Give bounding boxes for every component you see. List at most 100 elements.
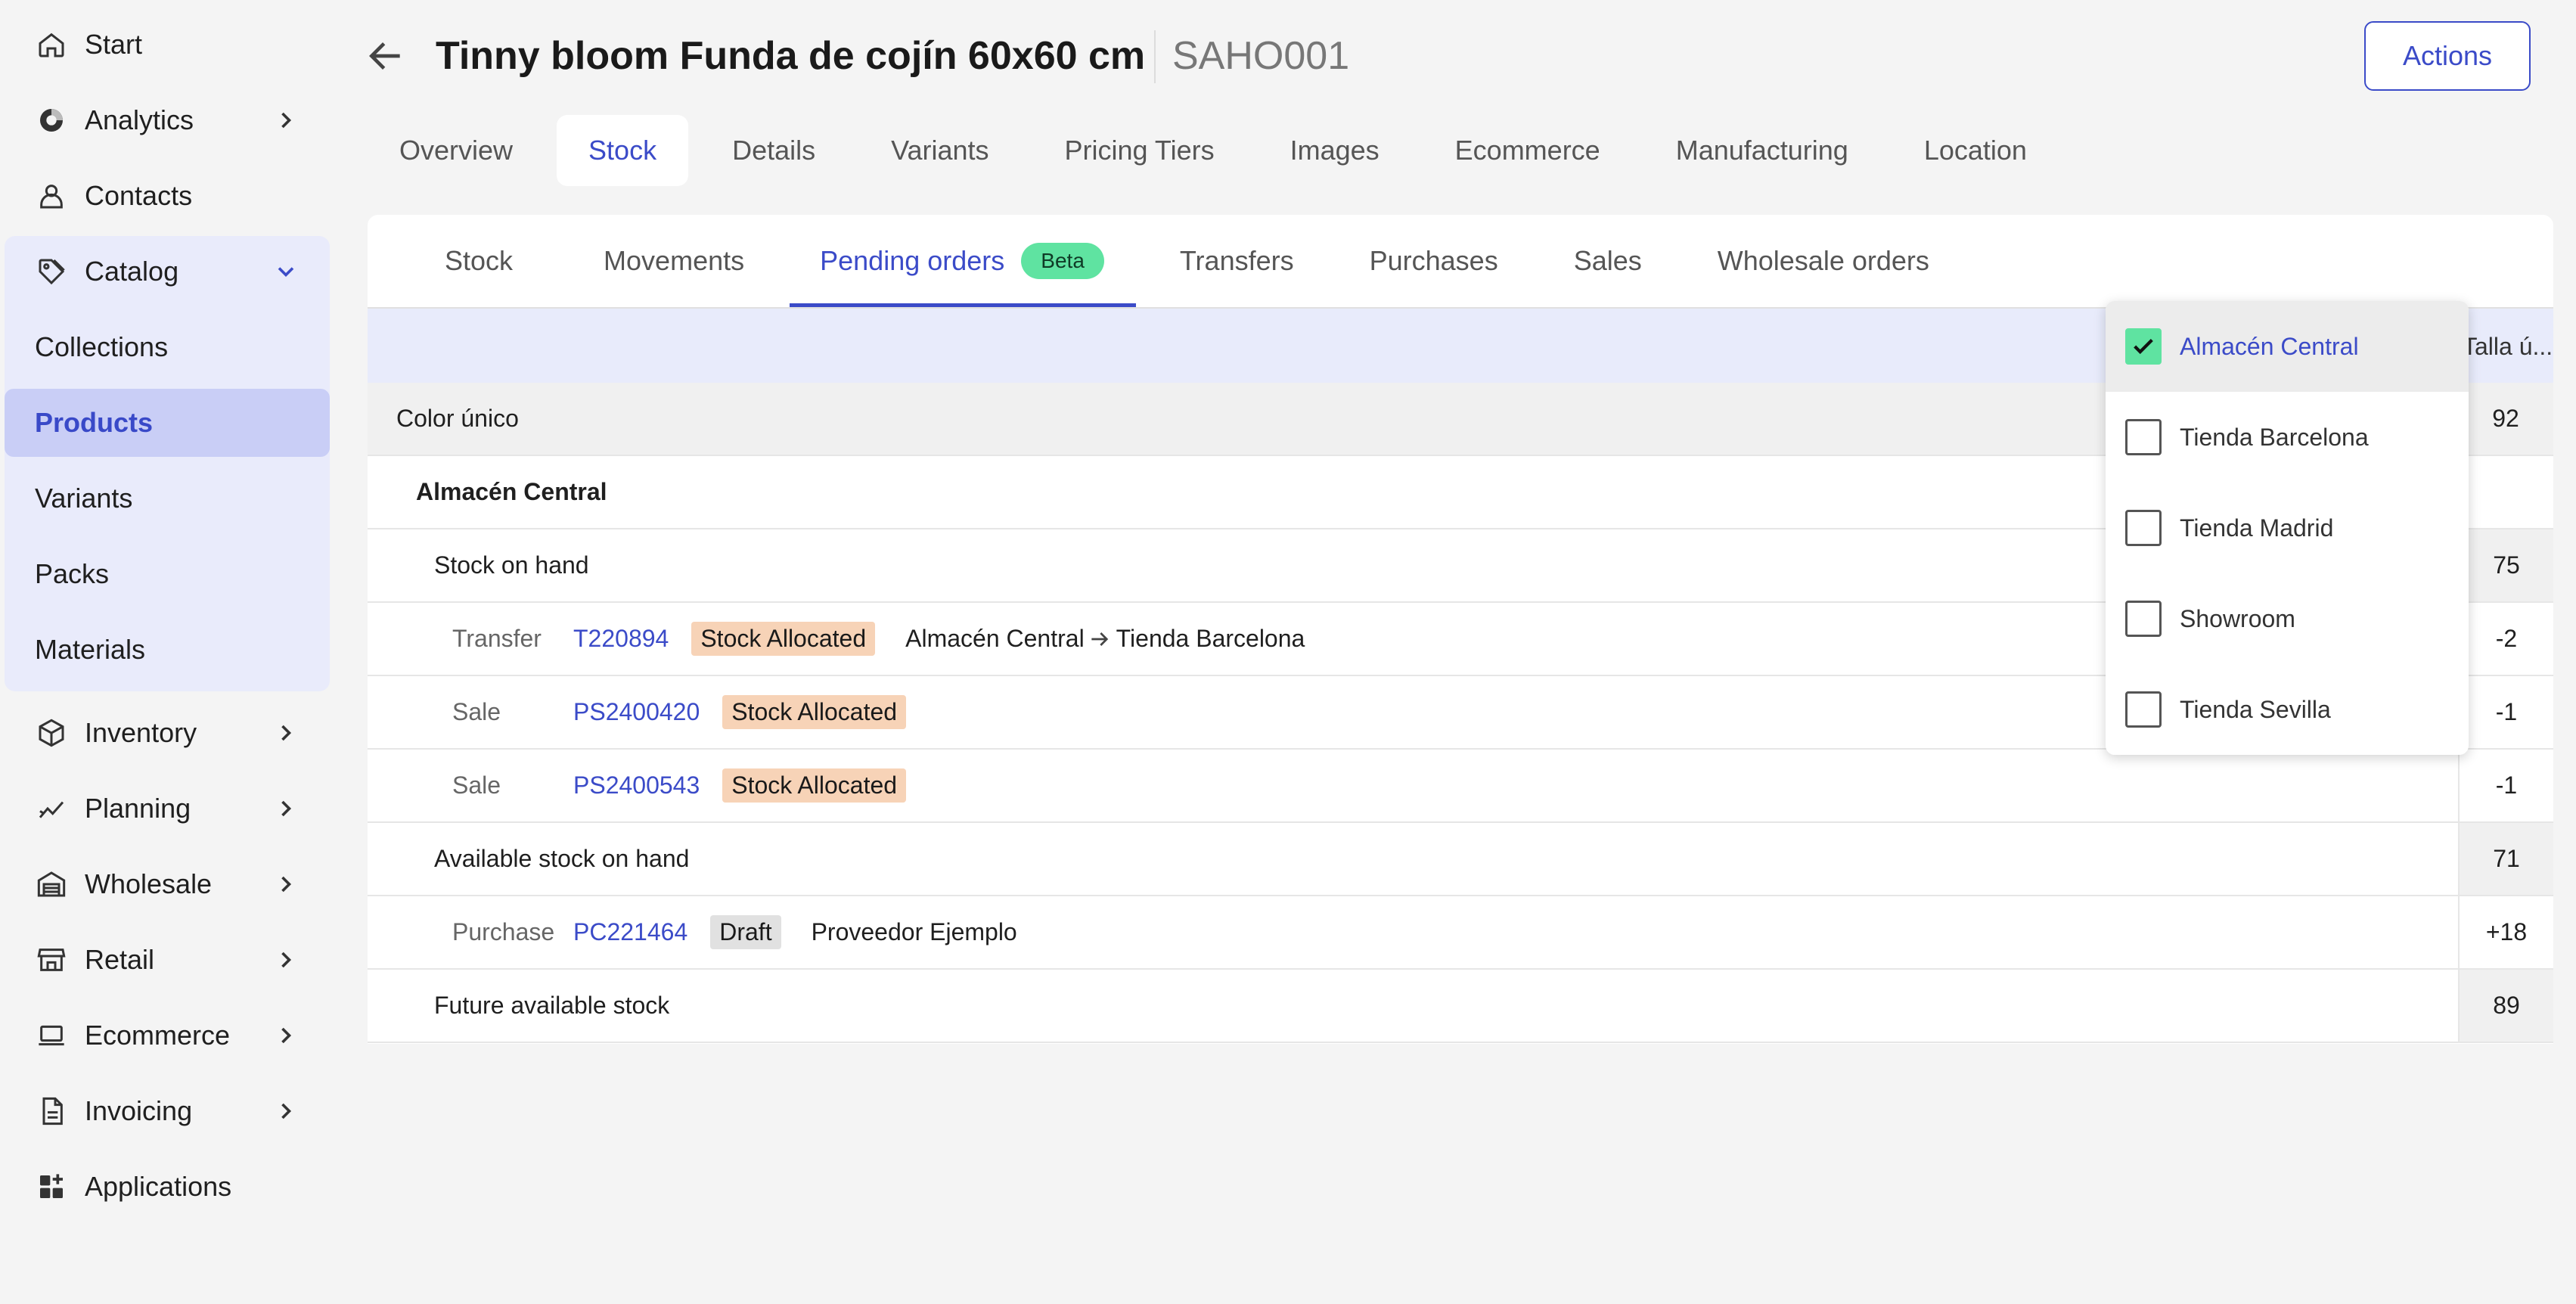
sidebar-item-contacts[interactable]: Contacts (0, 162, 330, 230)
tab-location[interactable]: Location (1892, 115, 2059, 186)
table-row: Sale PS2400543 Stock Allocated -1 (368, 750, 2553, 823)
subtab-pending-orders[interactable]: Pending orders Beta (790, 215, 1136, 307)
checkbox[interactable] (2125, 419, 2162, 455)
sidebar-item-retail[interactable]: Retail (0, 926, 330, 994)
checkbox-checked[interactable] (2125, 328, 2162, 365)
subtab-sales[interactable]: Sales (1544, 215, 1687, 307)
sidebar-item-planning[interactable]: Planning (0, 775, 330, 843)
tab-overview[interactable]: Overview (368, 115, 545, 186)
check-icon (2134, 338, 2153, 355)
stock-on-hand-label: Stock on hand (434, 551, 589, 579)
warehouse-label: Almacén Central (416, 478, 607, 505)
checkbox[interactable] (2125, 601, 2162, 637)
movement-value: -1 (2458, 676, 2553, 748)
table-row: Purchase PC221464 Draft Proveedor Ejempl… (368, 896, 2553, 970)
sidebar-item-label: Applications (85, 1171, 232, 1202)
subtab-movements[interactable]: Movements (558, 215, 790, 307)
sidebar-item-label: Invoicing (85, 1095, 193, 1126)
tab-pricing-tiers[interactable]: Pricing Tiers (1033, 115, 1246, 186)
sidebar-item-analytics[interactable]: Analytics (0, 86, 330, 154)
sidebar-item-start[interactable]: Start (0, 11, 330, 79)
future-stock-row: Future available stock 89 (368, 970, 2553, 1043)
chevron-right-icon (281, 112, 292, 129)
movement-value: -2 (2458, 603, 2553, 675)
sidebar-item-catalog[interactable]: Catalog (0, 238, 330, 306)
warehouse-icon (35, 868, 68, 901)
sidebar-item-label: Catalog (85, 256, 179, 287)
subtab-wholesale-orders[interactable]: Wholesale orders (1687, 215, 1960, 307)
main-tabs: Overview Stock Details Variants Pricing … (368, 115, 2071, 186)
location-option-tienda-madrid[interactable]: Tienda Madrid (2106, 483, 2469, 573)
movement-type: Sale (452, 698, 501, 725)
subtab-transfers[interactable]: Transfers (1136, 215, 1332, 307)
tab-images[interactable]: Images (1259, 115, 1411, 186)
actions-button[interactable]: Actions (2364, 21, 2531, 91)
option-label: Showroom (2180, 604, 2295, 632)
variant-value: 92 (2492, 405, 2519, 432)
location-option-tienda-sevilla[interactable]: Tienda Sevilla (2106, 664, 2469, 755)
chevron-right-icon (281, 952, 292, 968)
tab-ecommerce[interactable]: Ecommerce (1423, 115, 1632, 186)
sidebar-item-label: Contacts (85, 180, 193, 211)
location-option-showroom[interactable]: Showroom (2106, 573, 2469, 664)
sidebar-item-label: Wholesale (85, 868, 213, 899)
sidebar-subitem-products[interactable]: Products (5, 389, 330, 457)
sidebar-item-label: Planning (85, 793, 191, 824)
movement-ref-link[interactable]: PS2400543 (573, 772, 700, 799)
location-option-almacen-central[interactable]: Almacén Central (2106, 301, 2469, 392)
sidebar-item-ecommerce[interactable]: Ecommerce (0, 1001, 330, 1070)
sidebar-item-invoicing[interactable]: Invoicing (0, 1077, 330, 1145)
location-filter-dropdown: Almacén Central Tienda Barcelona Tienda … (2106, 301, 2469, 755)
stock-sub-tabs: Stock Movements Pending orders Beta Tran… (368, 215, 2553, 307)
trend-icon (35, 792, 68, 825)
movement-ref-link[interactable]: T220894 (573, 625, 669, 653)
chevron-right-icon (281, 1103, 292, 1119)
status-badge: Stock Allocated (691, 622, 876, 656)
sidebar-subitem-materials[interactable]: Materials (5, 616, 330, 684)
tab-stock[interactable]: Stock (557, 115, 689, 186)
product-sku: SAHO001 (1172, 34, 1350, 78)
back-arrow-icon[interactable] (365, 35, 407, 77)
checkbox[interactable] (2125, 510, 2162, 546)
movement-type: Purchase (452, 918, 555, 945)
home-icon (35, 28, 68, 61)
sidebar-item-applications[interactable]: Applications (0, 1153, 330, 1221)
future-stock-label: Future available stock (434, 992, 670, 1019)
future-stock-value: 89 (2458, 970, 2553, 1042)
person-icon (35, 179, 68, 213)
page-title: Tinny bloom Funda de cojín 60x60 cm (436, 34, 1146, 78)
subtab-purchases[interactable]: Purchases (1332, 215, 1544, 307)
subtab-label: Pending orders (820, 245, 1005, 276)
sidebar-subitem-packs[interactable]: Packs (5, 540, 330, 608)
tab-details[interactable]: Details (700, 115, 847, 186)
column-header-size: Talla ú... (2463, 332, 2553, 360)
chevron-right-icon (281, 876, 292, 893)
beta-badge: Beta (1021, 243, 1104, 279)
movement-type: Sale (452, 772, 501, 799)
stock-on-hand-value: 75 (2458, 529, 2553, 601)
tab-manufacturing[interactable]: Manufacturing (1644, 115, 1880, 186)
sidebar-item-label: Retail (85, 944, 155, 975)
option-label: Tienda Madrid (2180, 514, 2334, 542)
available-stock-value: 71 (2458, 823, 2553, 895)
sidebar-item-wholesale[interactable]: Wholesale (0, 850, 330, 918)
chevron-right-icon (281, 725, 292, 741)
variant-label: Color único (396, 405, 519, 432)
purchase-ref-link[interactable]: PC221464 (573, 918, 687, 946)
transfer-from: Almacén Central (905, 625, 1085, 652)
available-stock-label: Available stock on hand (434, 845, 690, 872)
sidebar-subitem-variants[interactable]: Variants (5, 464, 330, 532)
option-label: Almacén Central (2180, 332, 2359, 360)
checkbox[interactable] (2125, 691, 2162, 728)
tab-variants[interactable]: Variants (859, 115, 1020, 186)
arrow-right-icon (1091, 632, 1108, 646)
status-badge: Stock Allocated (722, 695, 907, 729)
transfer-to: Tienda Barcelona (1116, 625, 1305, 652)
option-label: Tienda Sevilla (2180, 695, 2331, 723)
sidebar-subitem-collections[interactable]: Collections (5, 313, 330, 381)
sidebar-item-inventory[interactable]: Inventory (0, 699, 330, 767)
location-option-tienda-barcelona[interactable]: Tienda Barcelona (2106, 392, 2469, 483)
movement-ref-link[interactable]: PS2400420 (573, 698, 700, 726)
subtab-stock[interactable]: Stock (368, 215, 558, 307)
status-badge: Draft (710, 915, 781, 949)
